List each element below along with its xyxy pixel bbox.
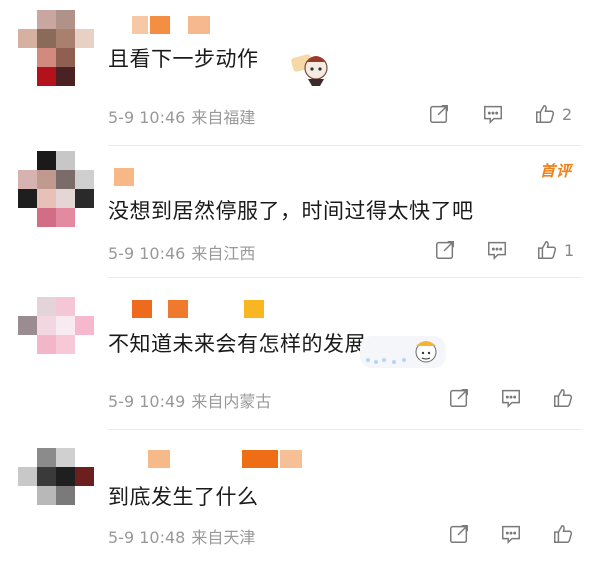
first-comment-badge: 首评 xyxy=(539,162,572,180)
comment-item-4: 到底发生了什么 5-9 10:48 来自天津 xyxy=(0,430,600,562)
sticker-icon xyxy=(360,336,446,368)
comment-text: 到底发生了什么 xyxy=(108,485,259,509)
like-button[interactable] xyxy=(552,385,580,411)
sticker-icon xyxy=(291,54,328,86)
like-icon xyxy=(538,241,557,259)
comment-text: 且看下一步动作 xyxy=(108,47,259,71)
comment-icon xyxy=(502,389,520,409)
avatar[interactable] xyxy=(18,10,94,86)
like-icon xyxy=(554,389,573,407)
comment-actions xyxy=(428,385,588,411)
comment-icon xyxy=(488,241,506,261)
share-button[interactable] xyxy=(448,385,470,411)
comment-item-2: 首评 没想到居然停服了，时间过得太快了吧 5-9 10:46 来自江西 1 xyxy=(0,146,600,278)
share-icon xyxy=(430,105,448,123)
avatar[interactable] xyxy=(18,151,94,227)
reply-button[interactable] xyxy=(500,385,522,411)
comment-location: 来自福建 xyxy=(191,108,256,127)
comment-text: 没想到居然停服了，时间过得太快了吧 xyxy=(108,199,474,223)
comment-actions: 1 xyxy=(428,237,588,263)
comment-meta: 5-9 10:48 来自天津 xyxy=(108,524,255,548)
comment-time: 5-9 10:46 xyxy=(108,244,186,263)
share-button[interactable] xyxy=(434,237,456,263)
comment-icon xyxy=(502,525,520,545)
avatar[interactable] xyxy=(18,448,94,524)
like-button[interactable] xyxy=(552,521,580,547)
comment-time: 5-9 10:46 xyxy=(108,108,186,127)
like-button[interactable]: 1 xyxy=(536,237,574,263)
like-count: 2 xyxy=(562,104,573,124)
comment-location: 来自江西 xyxy=(191,244,256,263)
comment-location: 来自内蒙古 xyxy=(191,392,272,411)
reply-button[interactable] xyxy=(482,101,504,127)
comment-actions: 2 xyxy=(428,101,588,127)
avatar[interactable] xyxy=(18,297,94,373)
like-icon xyxy=(536,105,555,123)
comment-meta: 5-9 10:46 来自江西 xyxy=(108,240,255,264)
comment-icon xyxy=(484,105,502,125)
share-icon xyxy=(436,241,454,259)
comment-location: 来自天津 xyxy=(191,528,256,547)
comment-meta: 5-9 10:46 来自福建 xyxy=(108,104,255,128)
comment-item-3: 不知道未来会有怎样的发展 5-9 10:49 来自内蒙古 xyxy=(0,278,600,418)
like-button[interactable]: 2 xyxy=(534,101,572,127)
comment-time: 5-9 10:49 xyxy=(108,392,186,411)
comment-text: 不知道未来会有怎样的发展 xyxy=(108,332,366,356)
share-icon xyxy=(450,389,468,407)
like-icon xyxy=(554,525,573,543)
comment-time: 5-9 10:48 xyxy=(108,528,186,547)
reply-button[interactable] xyxy=(486,237,508,263)
share-button[interactable] xyxy=(448,521,470,547)
comment-meta: 5-9 10:49 来自内蒙古 xyxy=(108,388,271,412)
reply-button[interactable] xyxy=(500,521,522,547)
share-button[interactable] xyxy=(428,101,450,127)
comment-item-1: 且看下一步动作 5-9 10:46 来自福建 2 xyxy=(0,0,600,146)
comment-actions xyxy=(428,521,588,547)
like-count: 1 xyxy=(564,240,575,260)
share-icon xyxy=(450,525,468,543)
